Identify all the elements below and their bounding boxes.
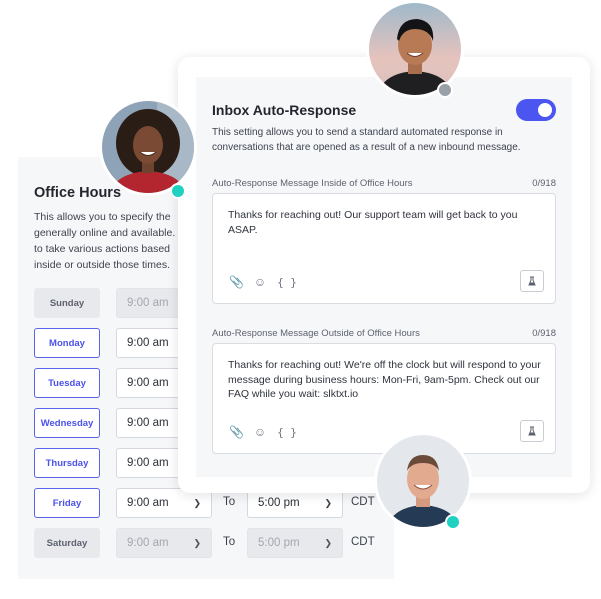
- day-toggle-monday[interactable]: Monday: [34, 328, 100, 358]
- auto-response-card: Inbox Auto-Response This setting allows …: [178, 57, 590, 493]
- inside-hours-char-count: 0/918: [532, 178, 556, 189]
- inside-hours-label: Auto-Response Message Inside of Office H…: [212, 178, 413, 189]
- inside-hours-message-input[interactable]: Thanks for reaching out! Our support tea…: [212, 193, 556, 304]
- status-online-indicator: [445, 514, 461, 530]
- auto-response-panel: Inbox Auto-Response This setting allows …: [196, 77, 572, 477]
- emoji-icon[interactable]: ☺: [253, 275, 267, 289]
- status-online-indicator: [170, 183, 186, 199]
- test-message-button[interactable]: [520, 270, 544, 292]
- chevron-down-icon: ❯: [324, 538, 332, 548]
- day-toggle-tuesday[interactable]: Tuesday: [34, 368, 100, 398]
- chevron-down-icon: ❯: [324, 498, 332, 508]
- inside-hours-message-text: Thanks for reaching out! Our support tea…: [228, 209, 518, 236]
- variables-icon[interactable]: { }: [277, 276, 297, 289]
- outside-hours-message-input[interactable]: Thanks for reaching out! We're off the c…: [212, 343, 556, 454]
- to-label: To: [223, 536, 236, 548]
- day-toggle-wednesday[interactable]: Wednesday: [34, 408, 100, 438]
- test-flask-icon: [528, 426, 536, 436]
- emoji-icon[interactable]: ☺: [253, 425, 267, 439]
- outside-hours-char-count: 0/918: [532, 328, 556, 339]
- auto-response-description: This setting allows you to send a standa…: [212, 127, 521, 153]
- message-toolbar: 📎 ☺ { }: [229, 275, 297, 289]
- avatar-photo: [369, 3, 461, 95]
- auto-response-toggle[interactable]: [516, 99, 556, 121]
- avatar-photo: [102, 101, 194, 193]
- test-flask-icon: [528, 276, 536, 286]
- to-label: To: [223, 496, 236, 508]
- test-message-button[interactable]: [520, 420, 544, 442]
- chevron-down-icon: ❯: [193, 498, 201, 508]
- variables-icon[interactable]: { }: [277, 426, 297, 439]
- day-toggle-saturday[interactable]: Saturday: [34, 528, 100, 558]
- paperclip-icon[interactable]: 📎: [229, 425, 244, 439]
- end-time-select-saturday[interactable]: 5:00 pm ❯: [247, 528, 343, 558]
- start-time-select-saturday[interactable]: 9:00 am ❯: [116, 528, 212, 558]
- auto-response-title: Inbox Auto-Response: [212, 102, 357, 118]
- avatar-photo: [377, 435, 469, 527]
- day-toggle-friday[interactable]: Friday: [34, 488, 100, 518]
- office-hours-title: Office Hours: [34, 185, 122, 201]
- chevron-down-icon: ❯: [193, 538, 201, 548]
- outside-hours-label: Auto-Response Message Outside of Office …: [212, 328, 420, 339]
- timezone-label: CDT: [351, 496, 375, 508]
- timezone-label: CDT: [351, 536, 375, 548]
- avatar-woman: [99, 98, 197, 196]
- day-toggle-sunday[interactable]: Sunday: [34, 288, 100, 318]
- status-offline-indicator: [437, 82, 453, 98]
- day-toggle-thursday[interactable]: Thursday: [34, 448, 100, 478]
- toggle-knob: [538, 103, 552, 117]
- message-toolbar: 📎 ☺ { }: [229, 425, 297, 439]
- outside-hours-message-text: Thanks for reaching out! We're off the c…: [228, 359, 541, 400]
- paperclip-icon[interactable]: 📎: [229, 275, 244, 289]
